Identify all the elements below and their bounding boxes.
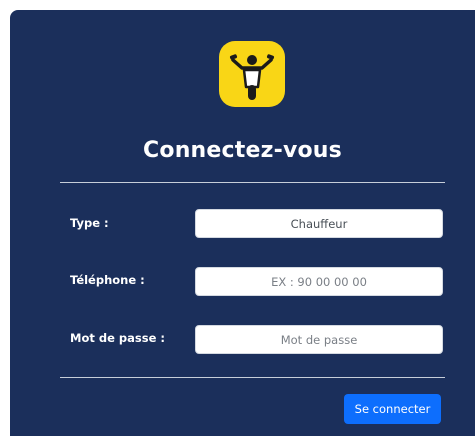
phone-label: Téléphone : (70, 273, 145, 287)
title-divider (60, 182, 445, 183)
type-field[interactable] (195, 209, 443, 238)
login-button[interactable]: Se connecter (344, 394, 441, 424)
password-label: Mot de passe : (70, 331, 165, 345)
page-title: Connectez-vous (143, 138, 342, 163)
password-input[interactable] (195, 325, 443, 354)
form-divider (60, 377, 445, 378)
type-label: Type : (70, 216, 109, 230)
phone-input[interactable] (195, 267, 443, 296)
scooter-rider-icon (219, 41, 285, 107)
login-card: Connectez-vous Type : Téléphone : Mot de… (10, 10, 475, 436)
